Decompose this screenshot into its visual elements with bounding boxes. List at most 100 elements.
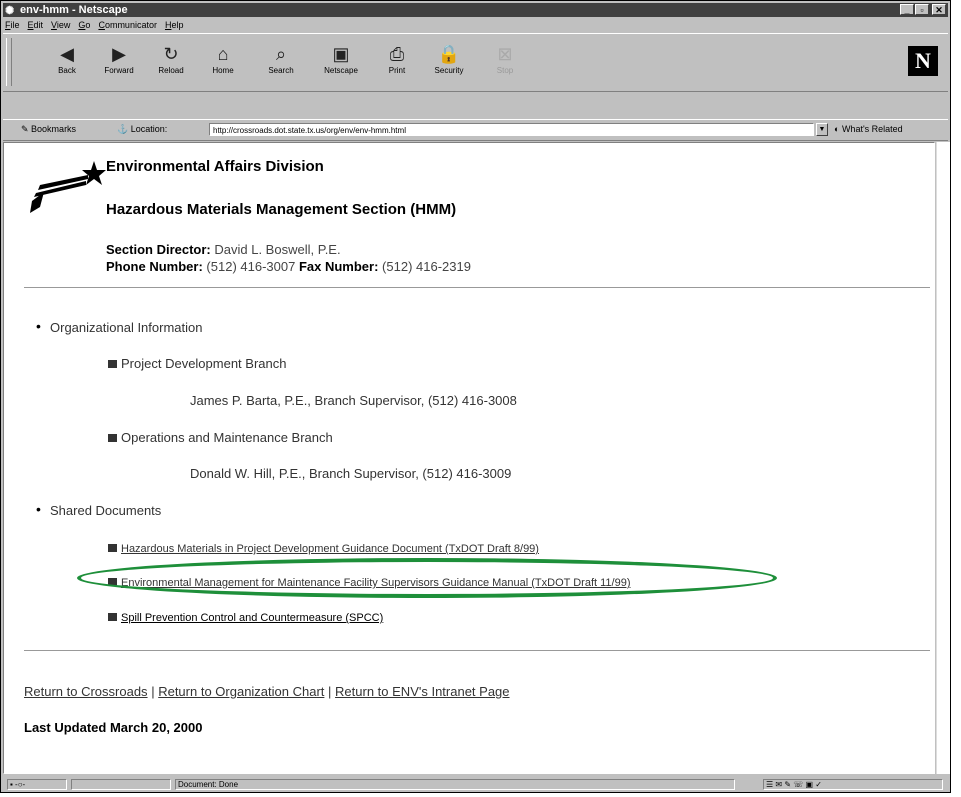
close-button[interactable]: ✕: [932, 4, 946, 15]
back-button[interactable]: ◀ Back: [47, 42, 87, 86]
bookmarks-button[interactable]: ✎ Bookmarks: [21, 124, 76, 135]
menu-view[interactable]: View: [51, 18, 70, 32]
window-title: env-hmm - Netscape: [20, 4, 128, 16]
branch-item: Operations and Maintenance Branch: [108, 430, 333, 445]
txdot-star-logo: [30, 161, 106, 213]
home-icon: ⌂: [217, 44, 229, 64]
netscape-label: Netscape: [324, 66, 358, 75]
phone-number: (512) 416-3007: [206, 259, 296, 274]
vertical-scrollbar[interactable]: [936, 142, 950, 774]
last-updated: Last Updated March 20, 2000: [24, 720, 203, 735]
org-info-heading: Organizational Information: [50, 320, 203, 335]
doc2-link[interactable]: Environmental Management for Maintenance…: [121, 577, 631, 589]
director-label: Section Director:: [106, 242, 211, 257]
return-crossroads-link[interactable]: Return to Crossroads: [24, 684, 148, 699]
security-button[interactable]: 🔒 Security: [429, 42, 469, 86]
link-separator: |: [328, 684, 332, 699]
component-bar[interactable]: ☰ ✉ ✎ ☏ ▣ ✓: [763, 779, 943, 790]
forward-button[interactable]: ▶ Forward: [99, 42, 139, 86]
netscape-button[interactable]: ▣ Netscape: [321, 42, 361, 86]
location-label: ⚓ Location:: [117, 124, 168, 134]
stop-label: Stop: [496, 66, 514, 75]
bullet-icon: •: [36, 318, 41, 334]
doc3-link[interactable]: Spill Prevention Control and Countermeas…: [121, 612, 383, 624]
divider-bottom: [24, 650, 930, 651]
bookmarks-label: Bookmarks: [31, 124, 77, 134]
back-label: Back: [58, 66, 76, 75]
reload-button[interactable]: ↻ Reload: [151, 42, 191, 86]
square-bullet-icon: [108, 434, 117, 442]
print-icon: ⎙: [389, 44, 405, 64]
menu-bar: File Edit View Go Communicator Help: [5, 18, 183, 32]
reload-icon: ↻: [163, 44, 179, 64]
netscape-icon: ▣: [332, 44, 350, 64]
toolbar-grip[interactable]: [6, 38, 12, 86]
fax-number: (512) 416-2319: [382, 259, 471, 274]
security-label: Security: [434, 66, 464, 75]
page-content: Environmental Affairs Division Hazardous…: [3, 142, 935, 774]
branch2-contact: Donald W. Hill, P.E., Branch Supervisor,…: [190, 466, 512, 481]
doc-item: Spill Prevention Control and Countermeas…: [108, 609, 383, 624]
search-icon: ⌕: [275, 44, 287, 64]
return-env-intranet-link[interactable]: Return to ENV's Intranet Page: [335, 684, 509, 699]
print-label: Print: [388, 66, 406, 75]
print-button[interactable]: ⎙ Print: [377, 42, 417, 86]
stop-icon: ⊠: [497, 44, 513, 64]
doc1-link[interactable]: Hazardous Materials in Project Developme…: [121, 543, 539, 555]
doc-item: Hazardous Materials in Project Developme…: [108, 540, 539, 555]
square-bullet-icon: [108, 578, 117, 586]
progress-panel: [71, 779, 171, 790]
menu-go[interactable]: Go: [78, 18, 90, 32]
lock-icon: 🔒: [437, 44, 461, 64]
navigation-toolbar: ◀ Back ▶ Forward ↻ Reload ⌂ Home ⌕ Searc…: [3, 33, 948, 92]
back-icon: ◀: [60, 44, 74, 64]
netscape-app-icon: ✺: [5, 5, 15, 17]
location-label-text: Location:: [130, 124, 168, 134]
status-bar: ▪ -○- Document: Done ☰ ✉ ✎ ☏ ▣ ✓: [3, 777, 948, 792]
location-toolbar: ✎ Bookmarks ⚓ Location: http://crossroad…: [3, 119, 948, 141]
contact-info: Section Director: David L. Boswell, P.E.…: [106, 241, 471, 275]
url-field[interactable]: http://crossroads.dot.state.tx.us/org/en…: [209, 123, 814, 136]
phone-label: Phone Number:: [106, 259, 203, 274]
url-dropdown-arrow[interactable]: ▼: [816, 123, 828, 136]
return-org-chart-link[interactable]: Return to Organization Chart: [158, 684, 324, 699]
window-controls: _ ▫ ✕: [900, 4, 946, 15]
square-bullet-icon: [108, 613, 117, 621]
divider-top: [24, 287, 930, 288]
status-text: Document: Done: [175, 779, 735, 790]
fax-label: Fax Number:: [298, 259, 379, 274]
link-separator: |: [151, 684, 155, 699]
menu-edit[interactable]: Edit: [28, 18, 44, 32]
branch1-name: Project Development Branch: [121, 356, 287, 371]
netscape-logo[interactable]: N: [908, 46, 938, 76]
forward-label: Forward: [104, 66, 134, 75]
square-bullet-icon: [108, 360, 117, 368]
forward-icon: ▶: [112, 44, 126, 64]
home-button[interactable]: ⌂ Home: [203, 42, 243, 86]
minimize-button[interactable]: _: [900, 4, 914, 15]
whats-related-button[interactable]: ◐ What's Related: [834, 124, 903, 134]
stop-button[interactable]: ⊠ Stop: [485, 42, 525, 86]
browser-window: ✺ env-hmm - Netscape _ ▫ ✕ File Edit Vie…: [0, 0, 951, 793]
search-label: Search: [268, 66, 294, 75]
section-title: Hazardous Materials Management Section (…: [106, 201, 457, 218]
maximize-button[interactable]: ▫: [915, 4, 929, 15]
menu-help[interactable]: Help: [165, 18, 184, 32]
doc-item: Environmental Management for Maintenance…: [108, 574, 631, 589]
title-bar[interactable]: ✺ env-hmm - Netscape _ ▫ ✕: [3, 3, 948, 17]
home-label: Home: [212, 66, 234, 75]
branch-item: Project Development Branch: [108, 356, 286, 371]
footer-links: Return to Crossroads | Return to Organiz…: [24, 684, 510, 699]
shared-docs-heading: Shared Documents: [50, 503, 162, 518]
branch2-name: Operations and Maintenance Branch: [121, 430, 333, 445]
square-bullet-icon: [108, 544, 117, 552]
menu-communicator[interactable]: Communicator: [98, 18, 157, 32]
bullet-icon: •: [36, 501, 41, 517]
reload-label: Reload: [158, 66, 184, 75]
menu-file[interactable]: File: [5, 18, 20, 32]
whats-related-label: What's Related: [841, 124, 903, 134]
search-button[interactable]: ⌕ Search: [261, 42, 301, 86]
branch1-contact: James P. Barta, P.E., Branch Supervisor,…: [190, 393, 517, 408]
division-title: Environmental Affairs Division: [106, 158, 324, 175]
director-name: David L. Boswell, P.E.: [214, 242, 341, 257]
